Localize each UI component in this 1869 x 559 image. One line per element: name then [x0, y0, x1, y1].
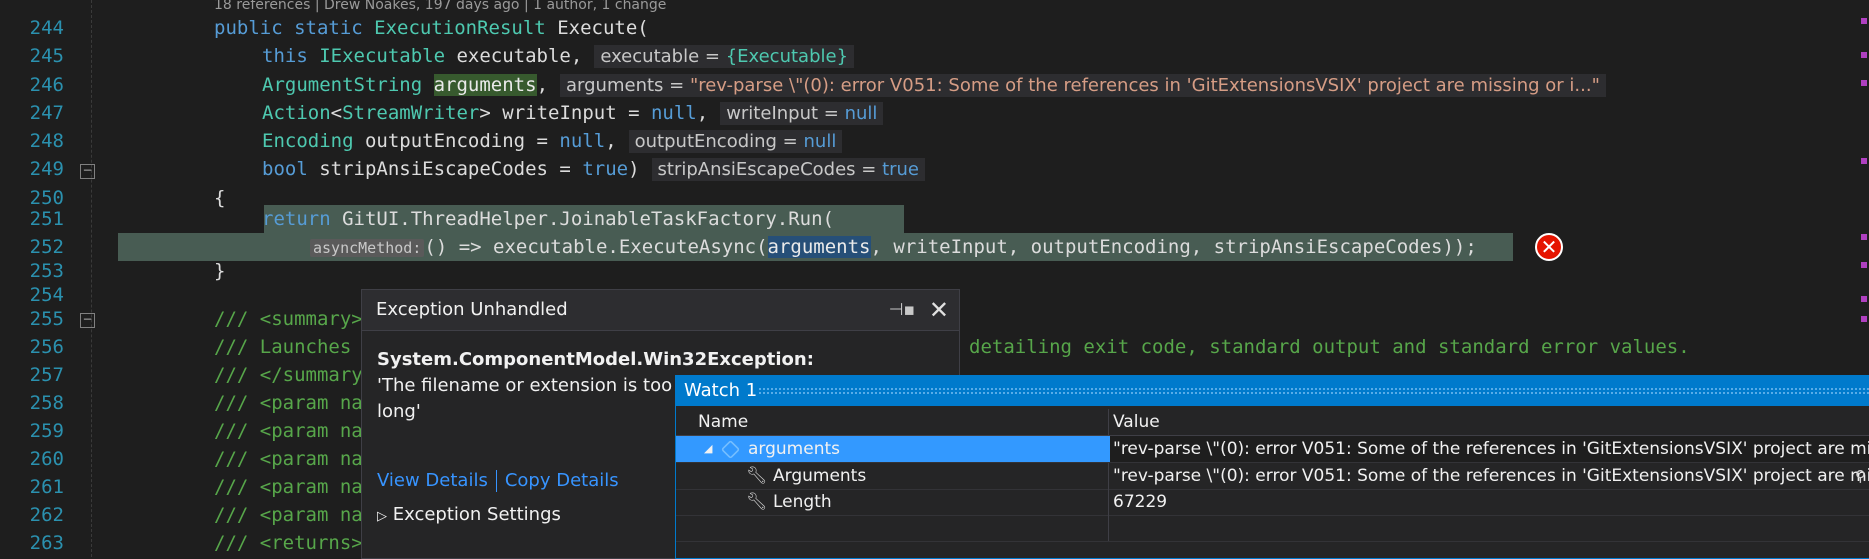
parameter-name-hint: asyncMethod:: [310, 239, 425, 257]
collapse-arrow-icon[interactable]: ◢: [704, 436, 712, 462]
exception-message: System.ComponentModel.Win32Exception: 'T…: [362, 331, 814, 425]
line-number: 249: [29, 158, 64, 180]
exception-popup-header: Exception Unhandled ⊣▪ ✕: [362, 290, 959, 331]
code-line-250: {: [214, 187, 226, 209]
watch-column-headers: Name Value: [676, 409, 1869, 436]
exception-links: View Details Copy Details: [377, 470, 619, 492]
exception-title: Exception Unhandled: [376, 299, 568, 320]
watch-row-empty[interactable]: [676, 515, 1869, 542]
code-line-256: /// Launches: [214, 336, 352, 358]
exception-text: 'The filename or extension is too long': [377, 375, 673, 422]
view-details-link[interactable]: View Details: [377, 470, 488, 491]
code-line-246: ArgumentString arguments, arguments = "re…: [262, 71, 1606, 99]
watch-row[interactable]: 🔧︎ Length 67229: [676, 489, 1869, 516]
error-icon[interactable]: ✕: [1535, 233, 1563, 261]
codelens-info[interactable]: 18 references | Drew Noakes, 197 days ag…: [214, 0, 666, 12]
inline-value-hint[interactable]: writeInput = null: [720, 102, 884, 125]
code-line-258: /// <param na: [214, 392, 363, 414]
watch-window: Watch 1 Name Value ◢ arguments "rev-pars…: [675, 375, 1869, 559]
code-line-244: public static ExecutionResult Execute(: [214, 17, 649, 39]
code-line-257: /// </summary>: [214, 364, 375, 386]
close-icon[interactable]: ✕: [929, 290, 949, 330]
watch-row-name: Arguments: [773, 466, 867, 486]
code-line-252: asyncMethod:() => executable.ExecuteAsyn…: [310, 233, 1477, 261]
column-header-name[interactable]: Name: [698, 409, 748, 435]
copy-details-link[interactable]: Copy Details: [505, 470, 619, 491]
inline-value-hint[interactable]: outputEncoding = null: [628, 130, 843, 153]
watch-row-name: arguments: [748, 439, 840, 459]
column-divider: [1108, 515, 1109, 541]
line-number: 263: [29, 532, 64, 554]
line-number: 261: [29, 476, 64, 498]
column-divider: [1108, 463, 1109, 489]
line-number: 245: [29, 45, 64, 67]
object-icon: [720, 439, 741, 460]
line-number: 262: [29, 504, 64, 526]
code-line-253: }: [214, 260, 226, 282]
gutter-divider: [91, 0, 93, 557]
line-number: 244: [29, 17, 64, 39]
watch-row-value[interactable]: 67229: [1113, 489, 1167, 515]
drag-grip[interactable]: [758, 387, 1869, 395]
column-divider[interactable]: [1108, 409, 1109, 435]
code-line-248: Encoding outputEncoding = null, outputEnc…: [262, 127, 843, 155]
column-header-value[interactable]: Value: [1113, 409, 1160, 435]
inline-value-hint[interactable]: stripAnsiEscapeCodes = true: [651, 158, 926, 181]
line-number: 246: [29, 74, 64, 96]
code-line-245: this IExecutable executable, executable =…: [262, 42, 855, 70]
line-number: 256: [29, 336, 64, 358]
code-line-261: /// <param na: [214, 476, 363, 498]
collapse-toggle-icon[interactable]: −: [80, 313, 95, 328]
watch-title: Watch 1: [684, 380, 758, 401]
line-number: 251: [29, 208, 64, 230]
watch-row-name: Length: [773, 492, 832, 512]
code-line-262: /// <param na: [214, 504, 363, 526]
line-number: 255: [29, 308, 64, 330]
watch-row[interactable]: 🔧︎ Arguments "rev-parse \"(0): error V05…: [676, 463, 1869, 490]
property-wrench-icon: 🔧︎: [746, 492, 768, 512]
code-line-260: /// <param na: [214, 448, 363, 470]
code-line-256-tail: detailing exit code, standard output and…: [969, 336, 1690, 358]
inline-value-hint[interactable]: arguments = "rev-parse \"(0): error V051…: [560, 74, 1606, 97]
code-line-251: return GitUI.ThreadHelper.JoinableTaskFa…: [262, 208, 834, 230]
watch-row-value[interactable]: "rev-parse \"(0): error V051: Some of th…: [1113, 463, 1869, 489]
line-number: 259: [29, 420, 64, 442]
watch-row-value[interactable]: "rev-parse \"(0): error V051: Some of th…: [1110, 436, 1869, 462]
pin-icon[interactable]: ⊣▪: [889, 290, 915, 330]
property-wrench-icon: 🔧︎: [746, 466, 768, 486]
column-divider: [1108, 489, 1109, 515]
watch-title-bar[interactable]: Watch 1: [676, 376, 1869, 406]
line-number: 248: [29, 130, 64, 152]
link-separator: [495, 470, 497, 492]
code-line-249: bool stripAnsiEscapeCodes = true) stripAn…: [262, 155, 926, 183]
exception-settings-expander[interactable]: ▷ Exception Settings: [377, 504, 561, 525]
code-line-247: Action<StreamWriter> writeInput = null, w…: [262, 99, 884, 127]
search-icon[interactable]: ⚲: [1855, 463, 1866, 489]
highlighted-reference: arguments: [433, 74, 537, 96]
line-number: 247: [29, 102, 64, 124]
code-line-259: /// <param na: [214, 420, 363, 442]
collapse-toggle-icon[interactable]: −: [80, 164, 95, 179]
code-line-255: /// <summary>: [214, 308, 363, 330]
line-number: 260: [29, 448, 64, 470]
exception-type: System.ComponentModel.Win32Exception:: [377, 349, 814, 370]
watch-row[interactable]: ◢ arguments "rev-parse \"(0): error V051…: [676, 436, 1869, 463]
expand-arrow-icon: ▷: [377, 509, 387, 524]
line-number: 257: [29, 364, 64, 386]
line-number: 258: [29, 392, 64, 414]
highlighted-reference: arguments: [767, 236, 871, 258]
inline-value-hint[interactable]: executable = {Executable}: [594, 45, 855, 68]
